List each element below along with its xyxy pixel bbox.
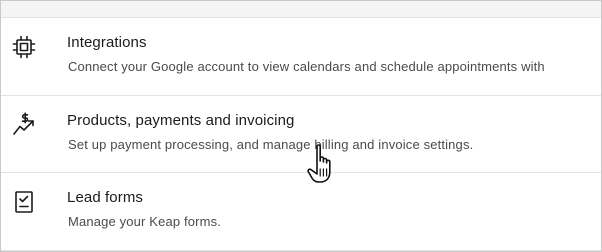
trend-dollar-icon [11,112,37,138]
previous-section-edge [1,1,601,17]
settings-item-description: Set up payment processing, and manage bi… [68,137,474,152]
settings-item-title: Integrations [67,34,147,51]
checklist-icon [11,189,37,215]
settings-item-integrations[interactable]: Integrations Connect your Google account… [1,18,601,95]
settings-item-products-payments-invoicing[interactable]: Products, payments and invoicing Set up … [1,96,601,173]
divider [1,250,601,251]
settings-item-description: Connect your Google account to view cale… [68,59,545,74]
settings-panel: Integrations Connect your Google account… [0,0,602,252]
settings-item-title: Lead forms [67,189,144,206]
settings-item-title: Products, payments and invoicing [67,112,295,129]
hand-pointer-icon [306,142,344,188]
chip-icon [11,34,37,60]
settings-item-description: Manage your Keap forms. [68,214,222,229]
settings-item-lead-forms[interactable]: Lead forms Manage your Keap forms. [1,173,601,250]
